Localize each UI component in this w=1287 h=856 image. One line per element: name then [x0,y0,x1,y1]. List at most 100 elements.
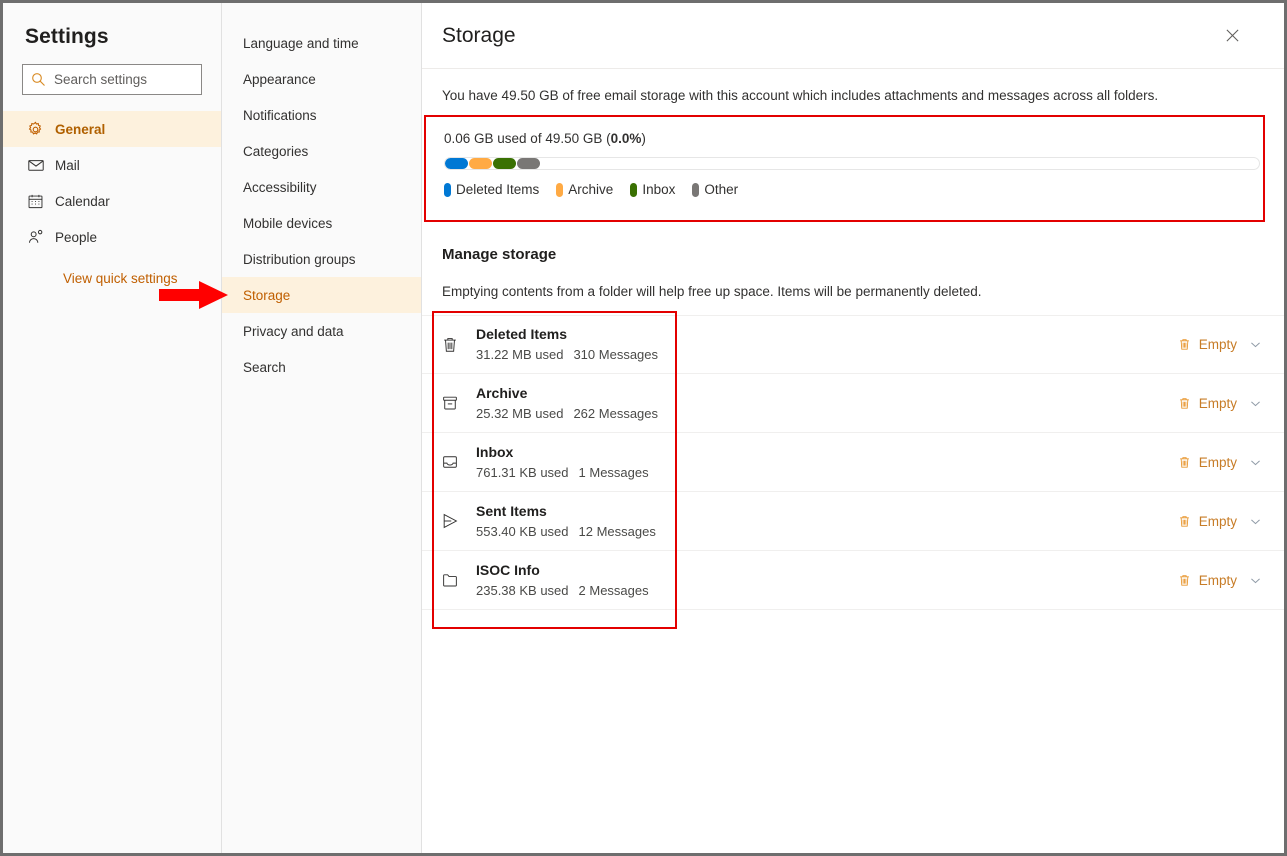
folder-name: Sent Items [476,502,1177,521]
empty-label: Empty [1199,573,1237,588]
folder-meta: 25.32 MB used 262 Messages [476,404,1177,423]
folder-messages: 310 Messages [573,347,658,362]
folder-info: Deleted Items 31.22 MB used 310 Messages [476,325,1177,364]
empty-folder-button[interactable]: Empty [1177,455,1262,470]
page-title: Settings [3,3,221,49]
folder-size: 31.22 MB used [476,347,563,362]
close-icon[interactable] [1218,22,1246,50]
folder-meta: 761.31 KB used 1 Messages [476,463,1177,482]
search-input[interactable] [54,72,193,87]
empty-label: Empty [1199,337,1237,352]
inbox-icon [440,452,476,472]
folder-size: 761.31 KB used [476,465,569,480]
storage-panel: Storage You have 49.50 GB of free email … [422,3,1284,853]
legend-swatch-inbox [630,183,637,197]
sidebar-item-label: Mail [55,158,80,173]
nav-item-accessibility[interactable]: Accessibility [222,169,421,205]
panel-title: Storage [442,24,1218,48]
table-row[interactable]: Inbox 761.31 KB used 1 Messages Empty [422,433,1284,492]
send-icon [440,511,476,531]
folder-messages: 2 Messages [579,583,649,598]
folder-messages: 1 Messages [579,465,649,480]
bar-segment-other [517,158,540,169]
view-quick-settings-link[interactable]: View quick settings [3,271,221,286]
folder-info: Sent Items 553.40 KB used12 Messages [476,502,1177,541]
people-icon [27,228,55,246]
folder-size: 25.32 MB used [476,406,563,421]
nav-item-notifications[interactable]: Notifications [222,97,421,133]
sidebar-item-mail[interactable]: Mail [3,147,221,183]
chevron-down-icon[interactable] [1249,397,1262,410]
nav-item-search[interactable]: Search [222,349,421,385]
folder-size: 235.38 KB used [476,583,569,598]
gear-icon [27,121,55,138]
folder-icon [440,570,476,590]
empty-label: Empty [1199,514,1237,529]
manage-storage-heading: Manage storage [442,246,556,263]
folder-meta: 553.40 KB used12 Messages [476,522,1177,541]
chevron-down-icon[interactable] [1249,515,1262,528]
legend-item-inbox: Inbox [630,182,675,197]
sidebar-item-label: General [55,122,105,137]
folder-meta: 235.38 KB used 2 Messages [476,581,1177,600]
quota-percent: 0.0% [611,131,642,146]
nav-item-storage[interactable]: Storage [222,277,421,313]
sidebar-item-people[interactable]: People [3,219,221,255]
legend-label: Other [704,182,738,197]
folder-name: Inbox [476,443,1177,462]
nav-item-categories[interactable]: Categories [222,133,421,169]
folder-info: Archive 25.32 MB used262 Messages [476,384,1177,423]
bar-segment-deleted-items [445,158,468,169]
calendar-icon [27,193,55,210]
folder-info: ISOC Info 235.38 KB used2 Messages [476,561,1177,600]
trash-icon [1177,455,1192,470]
search-settings-box[interactable] [22,64,202,95]
legend-swatch-deleted-items [444,183,451,197]
storage-intro-text: You have 49.50 GB of free email storage … [422,69,1284,103]
trash-icon [1177,573,1192,588]
sidebar-item-calendar[interactable]: Calendar [3,183,221,219]
table-row[interactable]: Deleted Items 31.22 MB used310 Messages … [422,315,1284,374]
trash-icon [1177,337,1192,352]
nav-item-appearance[interactable]: Appearance [222,61,421,97]
legend-item-deleted-items: Deleted Items [444,182,539,197]
sidebar-nav-list: General Mail [3,111,221,255]
bar-segment-archive [469,158,492,169]
folder-name: Deleted Items [476,325,1177,344]
folder-size: 553.40 KB used [476,524,569,539]
chevron-down-icon[interactable] [1249,338,1262,351]
search-icon [31,72,46,87]
panel-header: Storage [422,3,1284,69]
empty-label: Empty [1199,396,1237,411]
nav-item-distribution-groups[interactable]: Distribution groups [222,241,421,277]
sidebar-item-general[interactable]: General [3,111,221,147]
folder-messages: 262 Messages [573,406,658,421]
legend-item-other: Other [692,182,738,197]
chevron-down-icon[interactable] [1249,456,1262,469]
sidebar-item-label: People [55,230,97,245]
empty-folder-button[interactable]: Empty [1177,514,1262,529]
legend-label: Inbox [642,182,675,197]
empty-folder-button[interactable]: Empty [1177,337,1262,352]
empty-folder-button[interactable]: Empty [1177,396,1262,411]
folder-meta: 31.22 MB used 310 Messages [476,345,1177,364]
category-nav: Language and time Appearance Notificatio… [222,3,422,853]
settings-window: Settings General [3,3,1284,853]
empty-label: Empty [1199,455,1237,470]
table-row[interactable]: Archive 25.32 MB used262 Messages Empty [422,374,1284,433]
nav-item-mobile-devices[interactable]: Mobile devices [222,205,421,241]
archive-icon [440,393,476,413]
folder-list: Deleted Items 31.22 MB used310 Messages … [422,315,1284,610]
trash-icon [1177,514,1192,529]
nav-item-privacy-and-data[interactable]: Privacy and data [222,313,421,349]
settings-sidebar: Settings General [3,3,222,853]
legend-label: Archive [568,182,613,197]
empty-folder-button[interactable]: Empty [1177,573,1262,588]
legend-item-archive: Archive [556,182,613,197]
nav-item-language-and-time[interactable]: Language and time [222,25,421,61]
chevron-down-icon[interactable] [1249,574,1262,587]
quota-usage-text: 0.06 GB used of 49.50 GB (0.0%) [444,131,1249,146]
quota-paren: ) [641,131,646,146]
table-row[interactable]: ISOC Info 235.38 KB used2 Messages Empty [422,551,1284,610]
table-row[interactable]: Sent Items 553.40 KB used12 Messages Emp… [422,492,1284,551]
